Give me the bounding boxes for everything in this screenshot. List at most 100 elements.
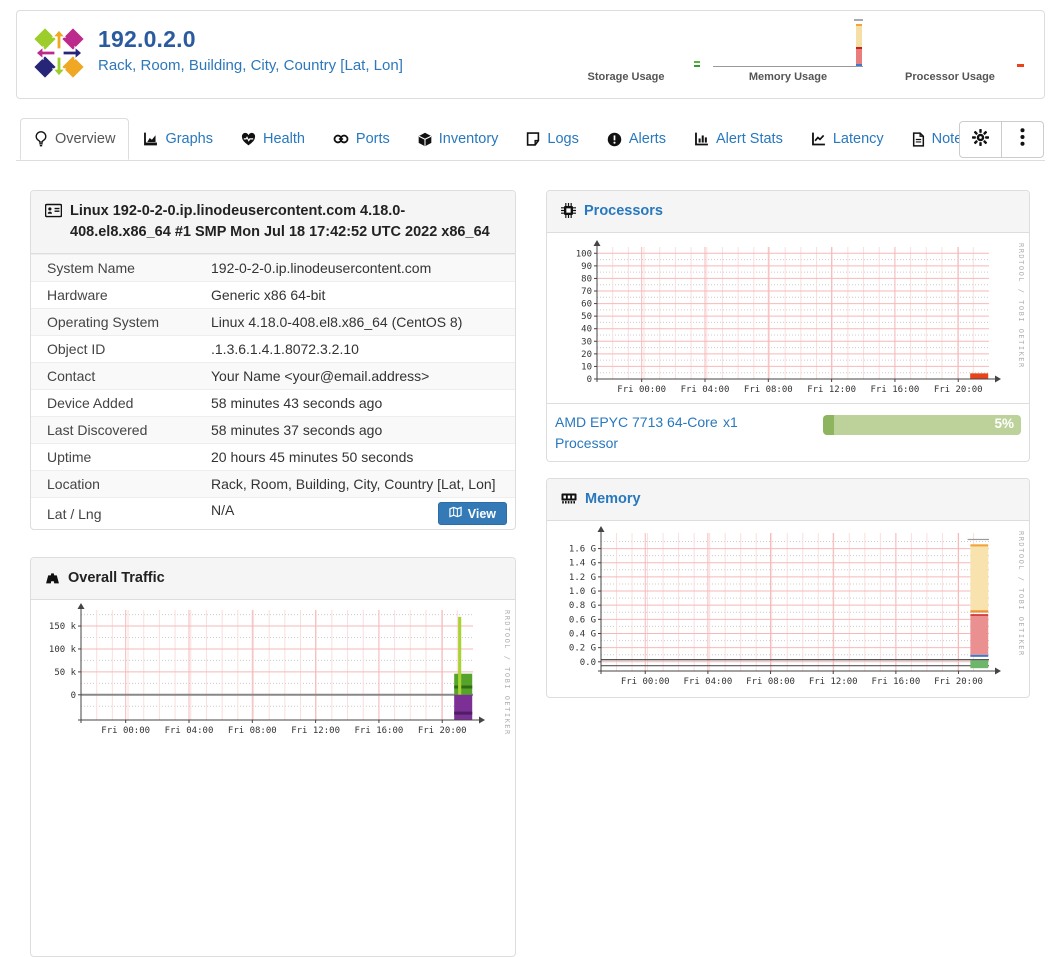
svg-text:Fri 20:00: Fri 20:00 (934, 385, 983, 395)
kebab-icon (1020, 128, 1025, 151)
rrdtool-watermark: RRDTOOL / TOBI OETIKER (1017, 531, 1025, 657)
table-row: Location Rack, Room, Building, City, Coun… (31, 470, 515, 498)
table-row: Device Added 58 minutes 43 seconds ago (31, 389, 515, 417)
processors-header: Processors (547, 191, 1029, 234)
svg-text:Fri 12:00: Fri 12:00 (291, 726, 340, 736)
tab-alert-stats[interactable]: Alert Stats (680, 118, 797, 160)
minigraph-memory-usage[interactable]: Memory Usage (713, 16, 863, 83)
sparkline-mark (856, 63, 862, 67)
device-location-subtitle: Rack, Room, Building, City, Country [Lat… (98, 57, 403, 74)
processors-usage-graph[interactable]: 0 10 20 30 40 50 60 70 80 90 100 Fri 00:00 Fri 04:00… (551, 235, 1027, 403)
svg-text:1.2 G: 1.2 G (569, 573, 596, 583)
svg-text:70: 70 (581, 287, 592, 297)
attribute-label: Device Added (47, 395, 134, 412)
attribute-value: .1.3.6.1.4.1.8072.3.2.10 (203, 336, 515, 363)
svg-text:Fri 16:00: Fri 16:00 (355, 726, 404, 736)
attribute-label: Operating System (47, 314, 160, 331)
sparkline-mark (713, 65, 863, 68)
attribute-label: System Name (47, 260, 135, 277)
overall-traffic-panel: Overall Traffic 0 50 k 100 k 150 k Fri 00:00… (30, 557, 516, 957)
tab-inventory[interactable]: Inventory (404, 118, 513, 160)
tab-latency[interactable]: Latency (797, 118, 898, 160)
device-ip-title: 192.0.2.0 (98, 26, 196, 52)
device-kernel-title: Linux 192-0-2-0.ip.linodeusercontent.com… (70, 203, 490, 241)
svg-text:Fri 04:00: Fri 04:00 (681, 385, 730, 395)
table-row: Hardware Generic x86 64-bit (31, 281, 515, 309)
attribute-label: Uptime (47, 449, 92, 466)
bar-chart-icon (694, 132, 709, 146)
rrdtool-watermark: RRDTOOL / TOBI OETIKER (503, 610, 511, 736)
area-chart-icon (143, 132, 158, 146)
tab-health[interactable]: Health (227, 118, 319, 160)
processors-panel: Processors 0 10 20 30 40 50 60 70 80 90 100 Fri 00:… (546, 190, 1030, 462)
tab-label: Overview (55, 131, 116, 147)
minigraph-label: Memory Usage (748, 71, 828, 83)
sparkline-mark (856, 47, 862, 50)
cpu-usage-fill (823, 415, 834, 436)
header-minigraphs: Storage Usage Memory Usage Processor Usage (551, 16, 1025, 83)
tab-actions-group (959, 121, 1044, 158)
minigraph-processor-usage[interactable]: Processor Usage (875, 16, 1025, 83)
gear-icon (971, 128, 989, 151)
memory-usage-graph[interactable]: 0.0 0.2 G 0.4 G 0.6 G 0.8 G 1.0 G 1.2 G 1.4 G 1.… (551, 523, 1027, 695)
view-map-button[interactable]: View (437, 502, 507, 526)
tab-graphs[interactable]: Graphs (129, 118, 227, 160)
svg-text:60: 60 (581, 300, 592, 310)
table-row: Operating System Linux 4.18.0-408.el8.x86… (31, 308, 515, 336)
svg-text:Fri 08:00: Fri 08:00 (746, 677, 795, 687)
minigraph-sparkline (551, 16, 701, 69)
tab-logs[interactable]: Logs (512, 118, 592, 160)
attribute-label: Hardware (47, 287, 108, 304)
tab-label: Health (263, 131, 305, 147)
rrdtool-watermark: RRDTOOL / TOBI OETIKER (1017, 243, 1025, 369)
overall-traffic-title: Overall Traffic (68, 570, 165, 586)
heart-pulse-icon (241, 132, 256, 146)
minigraph-label: Processor Usage (905, 71, 995, 83)
memory-title-link[interactable]: Memory (585, 489, 641, 510)
minigraph-storage-usage[interactable]: Storage Usage (551, 16, 701, 83)
sparkline-mark (694, 60, 701, 63)
svg-text:Fri 16:00: Fri 16:00 (871, 677, 920, 687)
svg-text:50: 50 (581, 312, 592, 322)
cpu-name-link[interactable]: AMD EPYC 7713 64-Core Processor (555, 412, 723, 454)
processors-title-link[interactable]: Processors (584, 201, 663, 222)
tab-overview[interactable]: Overview (20, 118, 130, 160)
svg-text:0.2 G: 0.2 G (569, 644, 596, 654)
attribute-label: Object ID (47, 341, 106, 358)
sparkline-mark (854, 19, 863, 22)
overall-traffic-graph[interactable]: 0 50 k 100 k 150 k Fri 00:00 Fri 04:00 Fri 08:… (35, 602, 513, 852)
tab-bar: Overview Graphs Health Ports Inventory Logs Al… (16, 118, 1045, 161)
tab-label: Latency (832, 131, 884, 147)
attribute-value-text: 20 hours 45 minutes 50 seconds (211, 449, 414, 466)
line-chart-icon (811, 132, 826, 146)
device-settings-button[interactable] (960, 122, 1001, 157)
attribute-value: 20 hours 45 minutes 50 seconds (203, 444, 515, 471)
attribute-value-text: Rack, Room, Building, City, Country [Lat… (211, 476, 496, 493)
svg-text:50 k: 50 k (54, 668, 76, 678)
attribute-value: 58 minutes 43 seconds ago (203, 390, 515, 417)
tab-ports[interactable]: Ports (319, 118, 404, 160)
svg-text:Fri 12:00: Fri 12:00 (807, 385, 856, 395)
svg-text:40: 40 (581, 325, 592, 335)
svg-text:Fri 20:00: Fri 20:00 (418, 726, 467, 736)
attribute-value-text: Your Name <your@email.address> (211, 368, 430, 385)
svg-text:Fri 00:00: Fri 00:00 (621, 677, 670, 687)
tab-label: Logs (547, 131, 579, 147)
centos-logo-icon (34, 28, 84, 83)
more-options-button[interactable] (1001, 122, 1043, 157)
svg-text:100: 100 (576, 249, 592, 259)
attribute-value-text: 192-0-2-0.ip.linodeusercontent.com (211, 260, 432, 277)
attribute-value-text: .1.3.6.1.4.1.8072.3.2.10 (211, 341, 359, 358)
svg-text:Fri 00:00: Fri 00:00 (101, 726, 150, 736)
processor-list-item: AMD EPYC 7713 64-Core Processor x1 5% (547, 403, 1029, 462)
attribute-value: Generic x86 64-bit (203, 282, 515, 309)
attribute-label: Last Discovered (47, 422, 148, 439)
tab-alerts[interactable]: Alerts (593, 118, 680, 160)
attribute-label: Location (47, 476, 100, 493)
svg-text:20: 20 (581, 350, 592, 360)
sparkline-mark (1016, 64, 1024, 67)
svg-text:Fri 20:00: Fri 20:00 (934, 677, 983, 687)
svg-text:Fri 16:00: Fri 16:00 (871, 385, 920, 395)
device-info-header: Linux 192-0-2-0.ip.linodeusercontent.com… (31, 191, 515, 255)
device-attributes-table: System Name 192-0-2-0.ip.linodeuserconten… (31, 254, 515, 529)
